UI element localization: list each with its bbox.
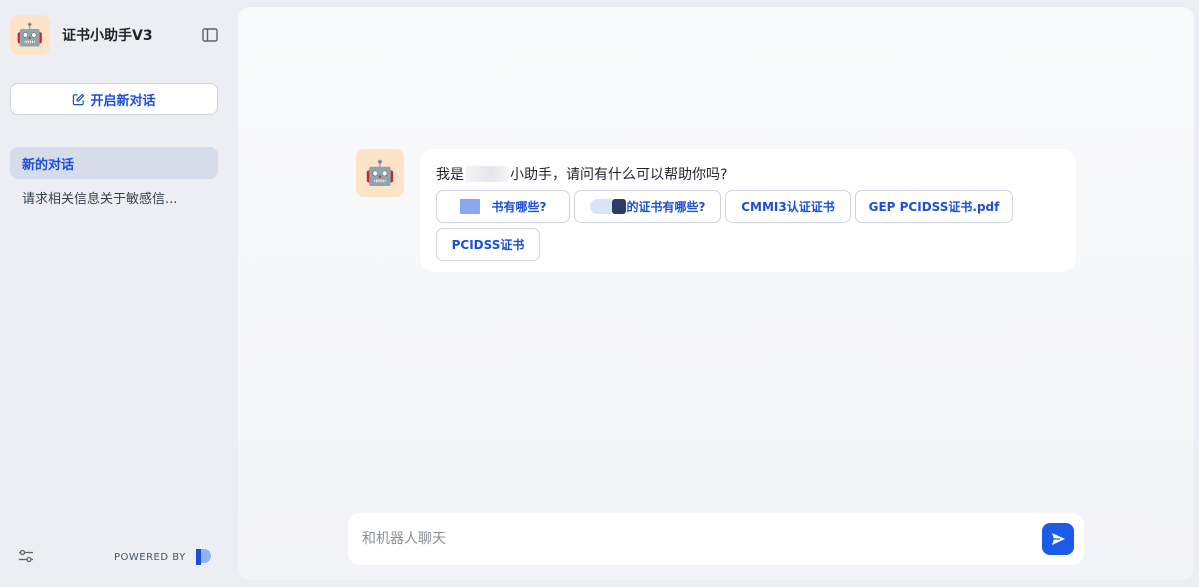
greeting-prefix: 我是 <box>436 167 464 183</box>
greeting-message: 我是 小助手，请问有什么可以帮助你吗? <box>436 164 727 184</box>
edit-icon <box>73 93 85 105</box>
robot-avatar-icon: 🤖 <box>10 15 50 55</box>
chat-input[interactable] <box>362 527 1022 551</box>
redacted-text <box>611 199 626 214</box>
sliders-icon[interactable] <box>18 548 36 566</box>
send-icon <box>1052 533 1065 545</box>
redacted-text <box>459 199 480 214</box>
redacted-text <box>465 166 509 182</box>
send-button[interactable] <box>1042 523 1074 555</box>
greeting-suffix: 小助手，请问有什么可以帮助你吗? <box>510 167 728 183</box>
chat-composer <box>348 513 1084 565</box>
conversation-item[interactable]: 请求相关信息关于敏感信... <box>10 181 218 213</box>
sidebar: 🤖 证书小助手V3 开启新对话 新的对话 请求相关信息关于敏感信... POWE… <box>0 0 234 587</box>
redacted-text <box>589 199 612 214</box>
suggestion-chip[interactable]: CMMI3认证证书 <box>725 190 851 223</box>
sidebar-toggle-icon[interactable] <box>200 25 220 45</box>
robot-avatar-icon: 🤖 <box>356 149 404 197</box>
brand-logo-icon <box>195 549 211 565</box>
suggestion-chip[interactable]: 书有哪些? <box>436 190 570 223</box>
suggestion-label: PCIDSS证书 <box>451 238 525 252</box>
suggestion-label: CMMI3认证证书 <box>741 200 835 214</box>
suggestion-chip[interactable]: 的证书有哪些? <box>574 190 721 223</box>
chat-main: 🤖 我是 小助手，请问有什么可以帮助你吗? 书有哪些? 的证书有哪些? CMMI… <box>238 7 1194 580</box>
suggestion-chip[interactable]: PCIDSS证书 <box>436 228 540 261</box>
conversation-item[interactable]: 新的对话 <box>10 147 218 179</box>
suggestion-label: GEP PCIDSS证书.pdf <box>868 200 1000 214</box>
suggestion-chip[interactable]: GEP PCIDSS证书.pdf <box>855 190 1013 223</box>
conversation-list: 新的对话 请求相关信息关于敏感信... <box>10 147 218 215</box>
suggestion-label: 书有哪些? <box>491 200 547 214</box>
app-title: 证书小助手V3 <box>62 28 153 44</box>
new-chat-label: 开启新对话 <box>90 93 156 109</box>
powered-by-label: POWERED BY <box>114 551 186 563</box>
suggestion-label: 的证书有哪些? <box>626 200 706 214</box>
powered-by: POWERED BY <box>114 548 212 566</box>
bot-message-bubble: 我是 小助手，请问有什么可以帮助你吗? 书有哪些? 的证书有哪些? CMMI3认… <box>420 149 1076 272</box>
app-header: 🤖 证书小助手V3 <box>10 14 220 56</box>
new-chat-button[interactable]: 开启新对话 <box>10 83 218 115</box>
